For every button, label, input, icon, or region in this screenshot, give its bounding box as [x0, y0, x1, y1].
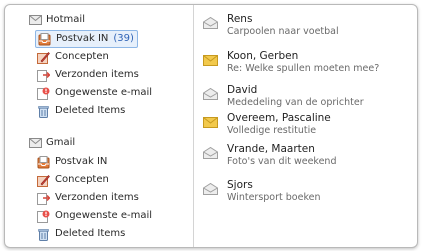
message-subject: Foto's van dit weekend: [227, 156, 337, 167]
junk-icon: [37, 87, 50, 100]
message-sender: Vrande, Maarten: [227, 143, 315, 155]
folder-label: Deleted Items: [55, 105, 126, 116]
folder-label: Deleted Items: [55, 228, 126, 239]
unread-mail-icon: [203, 54, 218, 66]
folder-pane: Hotmail Postvak IN (39) Concepten Verzon…: [5, 5, 194, 247]
folder-sent[interactable]: Verzonden items: [37, 67, 139, 83]
sent-icon: [37, 69, 52, 82]
folder-label: Postvak IN: [56, 33, 109, 44]
sent-icon: [37, 192, 52, 205]
trash-icon: [37, 228, 50, 241]
folder-junk[interactable]: Ongewenste e-mail: [37, 85, 152, 101]
account-icon: [29, 14, 42, 27]
read-mail-icon: [203, 16, 218, 29]
account-hotmail[interactable]: Hotmail: [29, 13, 85, 27]
message-subject: Re: Welke spullen moeten mee?: [227, 63, 380, 74]
account-name: Gmail: [46, 137, 76, 148]
folder-label: Postvak IN: [55, 156, 108, 167]
message-sender: Rens: [227, 13, 253, 25]
folder-label: Concepten: [55, 174, 109, 185]
account-gmail[interactable]: Gmail: [29, 136, 75, 150]
message-sender: Koon, Gerben: [227, 50, 299, 62]
mail-window: Hotmail Postvak IN (39) Concepten Verzon…: [4, 4, 418, 248]
account-icon: [29, 137, 42, 150]
folder-inbox[interactable]: Postvak IN: [37, 154, 107, 170]
folder-label: Ongewenste e-mail: [55, 210, 153, 221]
unread-mail-icon: [203, 116, 218, 128]
drafts-icon: [37, 174, 50, 187]
junk-icon: [37, 210, 50, 223]
folder-label: Ongewenste e-mail: [55, 87, 153, 98]
inbox-icon: [38, 32, 51, 46]
folder-drafts[interactable]: Concepten: [37, 172, 109, 188]
message-sender: Sjors: [227, 179, 253, 191]
folder-sent[interactable]: Verzonden items: [37, 190, 139, 206]
folder-deleted[interactable]: Deleted Items: [37, 103, 125, 119]
message-sender: David: [227, 84, 258, 96]
folder-inbox[interactable]: Postvak IN (39): [35, 30, 138, 48]
read-mail-icon: [203, 87, 218, 100]
folder-drafts[interactable]: Concepten: [37, 49, 109, 65]
folder-label: Verzonden items: [55, 69, 139, 80]
message-subject: Wintersport boeken: [227, 192, 321, 203]
inbox-icon: [37, 155, 50, 169]
read-mail-icon: [203, 146, 218, 159]
account-name: Hotmail: [46, 14, 85, 25]
folder-junk[interactable]: Ongewenste e-mail: [37, 208, 152, 224]
drafts-icon: [37, 51, 50, 64]
unread-count: (39): [113, 33, 134, 44]
trash-icon: [37, 105, 50, 118]
folder-label: Concepten: [55, 51, 109, 62]
message-subject: Volledige restitutie: [227, 125, 317, 136]
message-subject: Mededeling van de oprichter: [227, 97, 364, 108]
read-mail-icon: [203, 182, 218, 195]
folder-label: Verzonden items: [55, 192, 139, 203]
message-subject: Carpoolen naar voetbal: [227, 26, 339, 37]
folder-deleted[interactable]: Deleted Items: [37, 226, 125, 242]
message-sender: Overeem, Pascaline: [227, 112, 331, 124]
